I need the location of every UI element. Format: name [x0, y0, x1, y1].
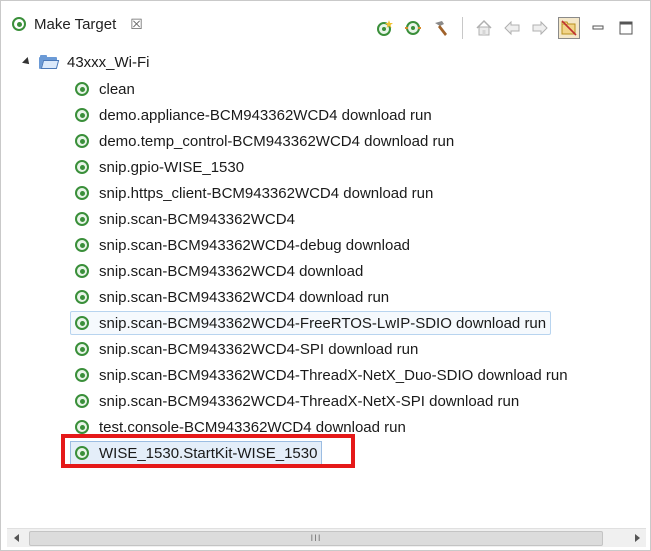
tree-item-target[interactable]: demo.appliance-BCM943362WCD4 download ru…	[75, 103, 432, 127]
make-target-icon	[75, 212, 89, 226]
forward-icon[interactable]	[530, 18, 550, 38]
toolbar-separator	[462, 17, 463, 39]
target-label: snip.gpio-WISE_1530	[99, 158, 245, 176]
back-icon[interactable]	[502, 18, 522, 38]
view-toolbar	[375, 15, 636, 41]
target-label: snip.scan-BCM943362WCD4-ThreadX-NetX-SPI…	[99, 392, 520, 410]
new-target-icon[interactable]	[375, 18, 395, 38]
make-target-icon	[75, 394, 89, 408]
make-target-icon	[75, 316, 89, 330]
make-target-icon	[75, 368, 89, 382]
expand-collapse-icon[interactable]	[22, 57, 32, 67]
tree-item-target[interactable]: demo.temp_control-BCM943362WCD4 download…	[75, 129, 454, 153]
make-target-view: Make Target ☒ 43xxx_Wi-Fi clean demo.app…	[0, 0, 651, 551]
hide-empty-folders-icon[interactable]	[558, 17, 580, 39]
tree-item-target-hovered[interactable]: snip.scan-BCM943362WCD4-FreeRTOS-LwIP-SD…	[70, 311, 552, 335]
make-target-icon	[75, 186, 89, 200]
make-target-icon	[12, 17, 26, 31]
tree-item-clean[interactable]: clean	[75, 77, 135, 101]
make-target-icon	[75, 82, 89, 96]
target-label: test.console-BCM943362WCD4 download run	[99, 418, 406, 436]
target-label: snip.scan-BCM943362WCD4-ThreadX-NetX_Duo…	[99, 366, 568, 384]
minimize-icon[interactable]	[588, 18, 608, 38]
tree-item-target[interactable]: snip.scan-BCM943362WCD4-debug download	[75, 233, 410, 257]
make-target-icon	[75, 264, 89, 278]
maximize-icon[interactable]	[616, 18, 636, 38]
scroll-right-button[interactable]	[628, 529, 646, 547]
target-label: snip.scan-BCM943362WCD4 download run	[99, 288, 390, 306]
target-label: snip.https_client-BCM943362WCD4 download…	[99, 184, 434, 202]
tree-item-target[interactable]: snip.scan-BCM943362WCD4 download	[75, 259, 363, 283]
scrollbar-thumb[interactable]: III	[29, 531, 603, 546]
tree-item-target[interactable]: snip.gpio-WISE_1530	[75, 155, 244, 179]
tree-item-target[interactable]: snip.https_client-BCM943362WCD4 download…	[75, 181, 433, 205]
scroll-left-button[interactable]	[7, 529, 25, 547]
make-target-icon	[75, 290, 89, 304]
tab-title: Make Target	[34, 15, 117, 33]
make-target-icon	[75, 160, 89, 174]
tree-root-project[interactable]: 43xxx_Wi-Fi	[22, 51, 150, 73]
arrow-right-icon	[634, 534, 640, 542]
make-target-icon	[75, 238, 89, 252]
target-label: snip.scan-BCM943362WCD4 download	[99, 262, 364, 280]
tree-item-target[interactable]: snip.scan-BCM943362WCD4-ThreadX-NetX_Duo…	[75, 363, 568, 387]
red-highlight-annotation	[61, 434, 355, 468]
make-target-icon	[75, 342, 89, 356]
arrow-left-icon	[13, 534, 19, 542]
build-target-icon[interactable]	[403, 18, 423, 38]
view-tab-bar: Make Target ☒	[1, 1, 650, 43]
project-label: 43xxx_Wi-Fi	[67, 53, 150, 71]
edit-target-hammer-icon[interactable]	[431, 18, 451, 38]
tree-item-target[interactable]: snip.scan-BCM943362WCD4-ThreadX-NetX-SPI…	[75, 389, 519, 413]
target-label: demo.temp_control-BCM943362WCD4 download…	[99, 132, 455, 150]
target-label: snip.scan-BCM943362WCD4	[99, 210, 295, 228]
target-label: snip.scan-BCM943362WCD4-SPI download run	[99, 340, 419, 358]
target-label: snip.scan-BCM943362WCD4-debug download	[99, 236, 411, 254]
make-target-icon	[75, 108, 89, 122]
home-icon[interactable]	[474, 18, 494, 38]
horizontal-scrollbar[interactable]: III	[7, 528, 646, 547]
close-tab-icon[interactable]: ☒	[130, 16, 143, 33]
scrollbar-grip: III	[310, 533, 322, 544]
tree-item-target[interactable]: snip.scan-BCM943362WCD4-SPI download run	[75, 337, 418, 361]
make-target-icon	[75, 134, 89, 148]
make-target-tab[interactable]: Make Target ☒	[8, 9, 176, 39]
target-label: clean	[99, 80, 135, 98]
tree-item-target[interactable]: snip.scan-BCM943362WCD4 download run	[75, 285, 389, 309]
project-folder-icon	[39, 55, 60, 69]
target-label: snip.scan-BCM943362WCD4-FreeRTOS-LwIP-SD…	[99, 314, 547, 332]
tree-item-target[interactable]: snip.scan-BCM943362WCD4	[75, 207, 295, 231]
make-target-icon	[75, 420, 89, 434]
target-label: demo.appliance-BCM943362WCD4 download ru…	[99, 106, 432, 124]
